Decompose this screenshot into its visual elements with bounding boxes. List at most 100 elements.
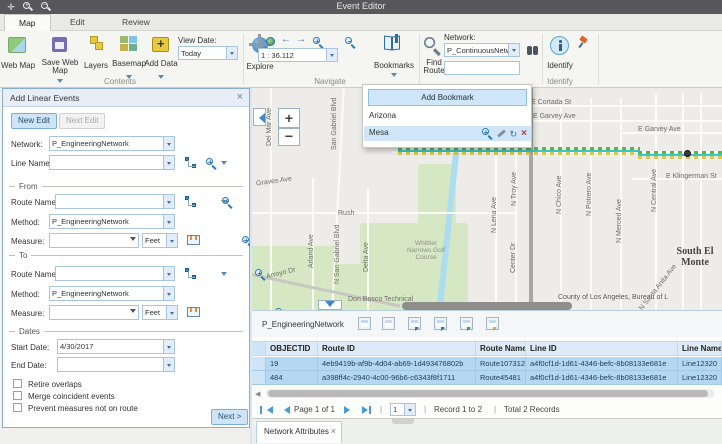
panel-grip-handle[interactable] (392, 419, 414, 424)
page-number-select[interactable]: 1 (390, 403, 416, 416)
caret-icon[interactable] (163, 267, 174, 280)
column-header-route-name[interactable]: Route Name (476, 342, 526, 355)
vertical-splitter[interactable] (250, 88, 252, 444)
measure-ruler-icon[interactable] (187, 307, 200, 317)
binoculars-icon[interactable] (526, 46, 539, 56)
tab-network-attributes[interactable]: Network Attributes × (256, 421, 342, 443)
to-method-select[interactable]: P_EngineeringNetwork (49, 286, 175, 301)
select-route-on-map-icon[interactable] (185, 268, 197, 280)
zoom-options-caret-icon[interactable] (221, 161, 227, 168)
web-map-button[interactable] (8, 37, 26, 53)
zoom-to-route-icon[interactable]: + (255, 269, 267, 281)
prevent-measures-checkbox[interactable] (13, 403, 22, 412)
bookmark-item-arizona[interactable]: Arizona (364, 109, 531, 124)
panel-close-icon[interactable]: × (237, 91, 243, 103)
caret-icon[interactable] (163, 195, 174, 208)
to-measure-input[interactable] (49, 305, 139, 320)
add-data-button[interactable] (152, 37, 169, 52)
previous-page-icon[interactable] (280, 406, 290, 414)
end-date-input[interactable] (57, 357, 175, 372)
caret-icon[interactable] (163, 358, 174, 371)
add-bookmark-button[interactable]: Add Bookmark (368, 89, 527, 106)
sort-icon[interactable] (486, 317, 499, 330)
select-route-on-map-icon[interactable] (185, 196, 197, 208)
related-table-icon[interactable] (460, 317, 473, 330)
caret-icon[interactable] (163, 137, 174, 150)
route-search-input[interactable] (444, 61, 520, 75)
column-header-route-id[interactable]: Route ID (318, 342, 476, 355)
column-header-line-name[interactable]: Line Name (678, 342, 722, 355)
route-event-line[interactable] (398, 147, 640, 155)
select-line-on-map-icon[interactable] (185, 157, 197, 169)
merge-coincident-checkbox[interactable] (13, 391, 22, 400)
tab-review[interactable]: Review (108, 14, 164, 31)
save-web-map-caret-icon[interactable] (57, 79, 63, 86)
toolbar-zoom-out-icon[interactable]: − (345, 37, 357, 49)
bookmarks-caret-icon[interactable] (391, 73, 397, 80)
find-route-button[interactable] (424, 36, 436, 54)
identify-button[interactable] (550, 36, 569, 55)
bookmark-zoom-icon[interactable]: + (482, 128, 493, 139)
from-measure-unit-select[interactable]: Feet (142, 233, 178, 248)
caret-icon[interactable] (166, 306, 177, 319)
map-zoom-out-button[interactable]: − (278, 128, 300, 146)
next-edit-button[interactable]: Next Edit (59, 113, 105, 129)
from-measure-input[interactable] (49, 233, 139, 248)
layers-button[interactable] (88, 36, 106, 52)
forward-extent-icon[interactable]: → (296, 34, 306, 45)
network-caret-icon[interactable] (508, 44, 519, 56)
new-edit-button[interactable]: New Edit (11, 113, 57, 129)
scroll-left-icon[interactable]: ◀ (255, 390, 260, 398)
table-grid-icon[interactable] (382, 317, 395, 330)
zoom-options-caret-icon[interactable] (221, 272, 227, 279)
column-header-objectid[interactable]: OBJECTID (266, 342, 318, 355)
view-date-caret-icon[interactable] (226, 47, 237, 59)
back-extent-icon[interactable]: ← (281, 34, 291, 45)
caret-icon[interactable] (163, 340, 174, 353)
zoom-to-line-icon[interactable]: + (206, 158, 218, 170)
column-header-line-id[interactable]: Line ID (526, 342, 678, 355)
scale-input[interactable]: 1 : 36.112 (258, 48, 338, 62)
panel-network-select[interactable]: P_EngineeringNetwork (49, 136, 175, 151)
route-event-line[interactable] (638, 151, 722, 159)
pushpin-icon[interactable] (578, 37, 588, 49)
collapse-bottom-panel-button[interactable] (318, 300, 342, 310)
zoom-to-measure-icon[interactable]: + (242, 236, 254, 248)
caret-icon[interactable] (130, 237, 136, 244)
last-page-icon[interactable] (369, 406, 371, 414)
save-web-map-button[interactable] (52, 37, 67, 52)
collapse-left-panel-button[interactable] (253, 108, 266, 126)
scale-caret-icon[interactable] (326, 49, 337, 61)
first-page-icon[interactable] (260, 406, 262, 414)
bookmark-item-mesa[interactable]: Mesa + ↻ × (364, 126, 531, 141)
caret-icon[interactable] (404, 404, 415, 415)
to-route-name-select[interactable] (55, 266, 175, 281)
switch-table-icon[interactable] (408, 317, 421, 330)
first-page-icon[interactable] (263, 406, 273, 414)
from-method-select[interactable]: P_EngineeringNetwork (49, 214, 175, 229)
caret-icon[interactable] (166, 234, 177, 247)
retire-overlaps-checkbox[interactable] (13, 379, 22, 388)
from-route-name-select[interactable] (55, 194, 175, 209)
table-row[interactable]: 19 4eb9419b-af9b-4d04-ab69-1d493476802b … (252, 357, 722, 371)
start-date-input[interactable]: 4/30/2017 (57, 339, 175, 354)
caret-icon[interactable] (163, 156, 174, 169)
view-date-select[interactable]: Today (178, 46, 238, 60)
horizontal-scrollbar[interactable] (266, 389, 714, 398)
map-zoom-in-button[interactable]: + (278, 108, 300, 128)
table-structure-icon[interactable] (358, 317, 371, 330)
tab-map[interactable]: Map (4, 14, 51, 31)
to-measure-unit-select[interactable]: Feet (142, 305, 178, 320)
bookmark-refresh-icon[interactable]: ↻ (510, 129, 518, 139)
bookmark-delete-icon[interactable]: × (521, 129, 527, 139)
bookmarks-button[interactable] (384, 36, 402, 51)
basemap-button[interactable] (120, 36, 137, 51)
caret-icon[interactable] (130, 309, 136, 316)
network-select[interactable]: P_ContinuousNetwork (444, 43, 520, 57)
zoom-options-caret-icon[interactable] (221, 200, 227, 207)
measure-ruler-icon[interactable] (187, 235, 200, 245)
tab-close-icon[interactable]: × (331, 426, 336, 436)
route-endpoint-dot[interactable] (684, 150, 691, 157)
caret-icon[interactable] (163, 287, 174, 300)
tab-edit[interactable]: Edit (56, 14, 99, 31)
